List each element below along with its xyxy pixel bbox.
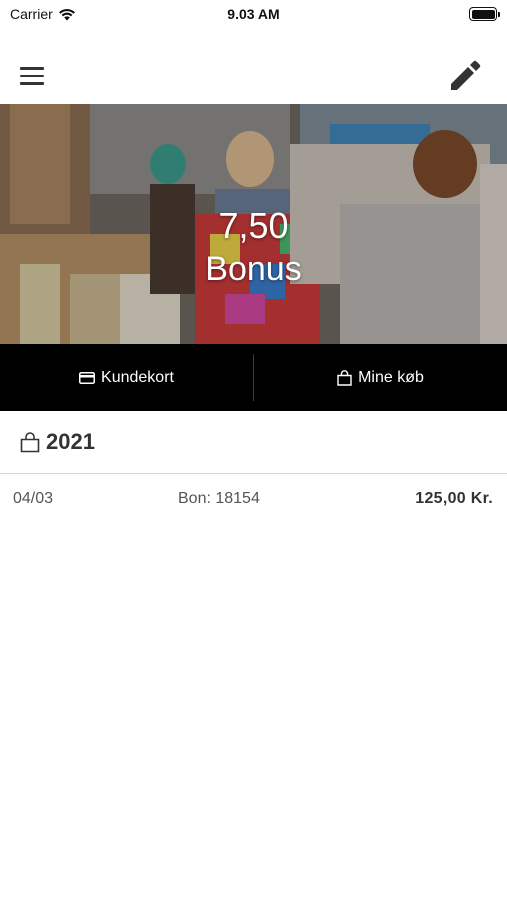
credit-card-icon bbox=[79, 371, 96, 384]
purchase-receipt-number: Bon: 18154 bbox=[178, 490, 260, 507]
bonus-hero: 7,50 Bonus bbox=[0, 104, 507, 344]
hamburger-icon-line bbox=[20, 67, 44, 70]
year-section-header: 2021 bbox=[0, 411, 507, 474]
hamburger-icon-line bbox=[20, 74, 44, 78]
year-label: 2021 bbox=[46, 429, 95, 454]
my-purchases-button[interactable]: Mine køb bbox=[254, 344, 507, 411]
menu-button[interactable] bbox=[14, 58, 50, 94]
action-bar: Kundekort Mine køb bbox=[0, 344, 507, 411]
purchase-row[interactable]: 04/03 Bon: 18154 125,00 Kr. bbox=[0, 475, 507, 523]
hamburger-icon-line bbox=[20, 82, 44, 85]
customer-card-label: Kundekort bbox=[101, 368, 174, 386]
purchase-amount: 125,00 Kr. bbox=[415, 490, 493, 507]
customer-card-button[interactable]: Kundekort bbox=[0, 344, 253, 411]
status-bar: Carrier 9.03 AM bbox=[0, 0, 507, 30]
nav-bar bbox=[0, 30, 507, 104]
edit-button[interactable] bbox=[445, 56, 485, 96]
purchase-date: 04/03 bbox=[13, 490, 54, 507]
shopping-bag-icon bbox=[20, 431, 40, 452]
bonus-value: 7,50 bbox=[218, 205, 289, 246]
shopping-bag-icon bbox=[337, 369, 352, 386]
battery-icon bbox=[469, 7, 500, 21]
my-purchases-label: Mine køb bbox=[358, 368, 424, 386]
bonus-label: Bonus bbox=[205, 250, 302, 288]
pencil-icon bbox=[451, 60, 481, 90]
status-time: 9.03 AM bbox=[227, 6, 280, 22]
